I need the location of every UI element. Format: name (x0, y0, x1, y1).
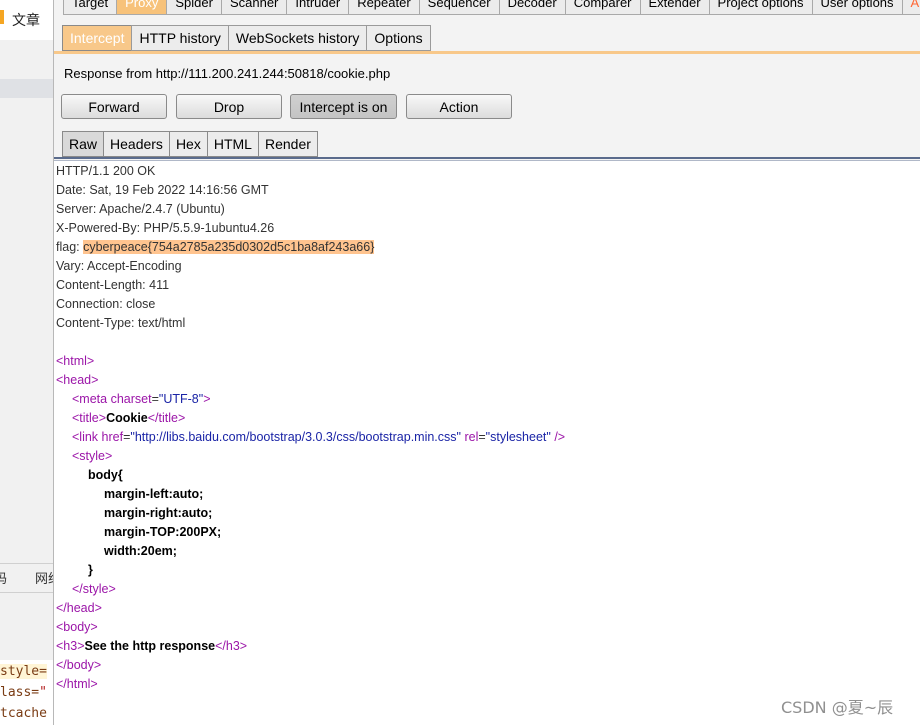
tab-html[interactable]: HTML (206, 131, 259, 157)
tab-intercept[interactable]: Intercept (62, 25, 133, 51)
tab-user-options[interactable]: User options (811, 0, 903, 15)
css-line: } (88, 563, 93, 577)
css-line: body{ (88, 468, 123, 482)
background-selection (0, 79, 53, 98)
message-view-tab-bar: Raw Headers Hex HTML Render (62, 131, 318, 157)
burp-suite-window: Target Proxy Spider Scanner Intruder Rep… (53, 0, 920, 726)
tab-alerts[interactable]: Alerts (901, 0, 920, 15)
background-tab-label: 码 (0, 572, 8, 587)
background-header: 文章 (0, 0, 53, 40)
tab-proxy[interactable]: Proxy (116, 0, 168, 15)
tab-intruder[interactable]: Intruder (286, 0, 350, 15)
tab-repeater[interactable]: Repeater (348, 0, 420, 15)
html-line: <html> (56, 354, 95, 368)
main-tab-bar: Target Proxy Spider Scanner Intruder Rep… (54, 0, 920, 15)
view-tab-underline (54, 157, 920, 159)
drop-button[interactable]: Drop (176, 94, 282, 119)
tab-http-history[interactable]: HTTP history (131, 25, 229, 51)
background-code-line: style= (0, 664, 47, 679)
response-text-editor[interactable]: HTTP/1.1 200 OK Date: Sat, 19 Feb 2022 1… (54, 160, 920, 726)
html-line: </head> (56, 601, 102, 615)
tab-websockets-history[interactable]: WebSockets history (227, 25, 368, 51)
html-line: <style> (72, 449, 113, 463)
css-line: width:20em; (104, 544, 177, 558)
proxy-sub-tab-bar: Intercept HTTP history WebSockets histor… (62, 25, 431, 51)
header-x-powered-by: X-Powered-By: PHP/5.5.9-1ubuntu4.26 (56, 221, 275, 235)
tab-options[interactable]: Options (366, 25, 431, 51)
tab-extender[interactable]: Extender (639, 0, 710, 15)
html-line: <head> (56, 373, 99, 387)
response-source-label: Response from http://111.200.241.244:508… (64, 66, 391, 81)
header-content-length: Content-Length: 411 (56, 278, 170, 292)
header-connection: Connection: close (56, 297, 156, 311)
background-divider (0, 563, 53, 564)
css-line: margin-right:auto; (104, 506, 213, 520)
tab-comparer[interactable]: Comparer (564, 0, 641, 15)
background-code-view: style= lass=" tcache (0, 660, 53, 725)
intercept-toggle-button[interactable]: Intercept is on (290, 94, 397, 119)
header-vary: Vary: Accept-Encoding (56, 259, 182, 273)
html-line: </html> (56, 677, 98, 691)
bookmark-icon (0, 10, 4, 24)
tab-headers[interactable]: Headers (103, 131, 170, 157)
csdn-watermark: CSDN @夏~辰 (781, 698, 894, 717)
background-divider (0, 592, 53, 593)
tab-project-options[interactable]: Project options (708, 0, 813, 15)
tab-render[interactable]: Render (257, 131, 318, 157)
sub-tab-underline (54, 51, 920, 54)
action-button[interactable]: Action (406, 94, 512, 119)
html-line: </style> (72, 582, 116, 596)
background-code-line: tcache (0, 706, 47, 721)
tab-sequencer[interactable]: Sequencer (418, 0, 500, 15)
css-line: margin-TOP:200PX; (104, 525, 222, 539)
flag-value: cyberpeace{754a2785a235d0302d5c1ba8af243… (83, 240, 375, 254)
tab-spider[interactable]: Spider (166, 0, 222, 15)
background-article-label: 文章 (12, 13, 40, 29)
background-code-line: lass=" (0, 685, 47, 700)
tab-scanner[interactable]: Scanner (220, 0, 288, 15)
header-server: Server: Apache/2.4.7 (Ubuntu) (56, 202, 225, 216)
html-line: <h3>See the http response</h3> (56, 639, 248, 653)
header-date: Date: Sat, 19 Feb 2022 14:16:56 GMT (56, 183, 269, 197)
background-network-tab: 网络 (35, 572, 53, 587)
tab-hex[interactable]: Hex (168, 131, 208, 157)
html-line: <body> (56, 620, 98, 634)
background-browser-panel: 文章 码 网络 style= lass=" tcache (0, 0, 53, 725)
header-content-type: Content-Type: text/html (56, 316, 186, 330)
flag-header-name: flag: (56, 240, 84, 254)
status-line: HTTP/1.1 200 OK (56, 164, 156, 178)
tab-raw[interactable]: Raw (62, 131, 105, 157)
html-line: <meta charset="UTF-8"> (72, 392, 211, 406)
html-line: </body> (56, 658, 102, 672)
forward-button[interactable]: Forward (61, 94, 167, 119)
css-line: margin-left:auto; (104, 487, 204, 501)
html-line: <title>Cookie</title> (72, 411, 186, 425)
header-flag: flag: cyberpeace{754a2785a235d0302d5c1ba… (56, 238, 375, 257)
html-line: <link href="http://libs.baidu.com/bootst… (72, 430, 566, 444)
tab-decoder[interactable]: Decoder (498, 0, 566, 15)
tab-target[interactable]: Target (63, 0, 118, 15)
